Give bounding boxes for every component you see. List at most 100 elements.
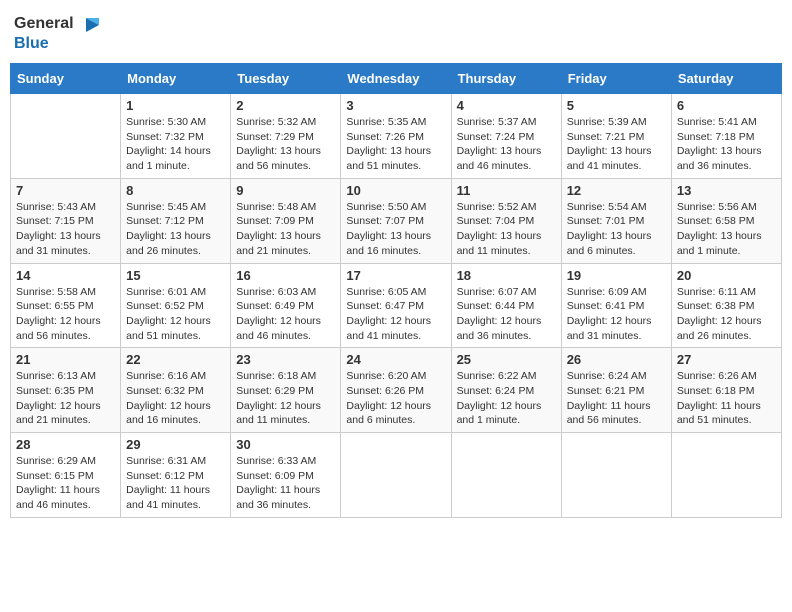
day-cell (451, 433, 561, 518)
day-cell: 21 Sunrise: 6:13 AM Sunset: 6:35 PM Dayli… (11, 348, 121, 433)
day-number: 16 (236, 268, 335, 283)
svg-text:General: General (14, 15, 74, 32)
day-number: 3 (346, 98, 445, 113)
day-number: 20 (677, 268, 776, 283)
day-info: Sunrise: 5:39 AM Sunset: 7:21 PM Dayligh… (567, 115, 666, 174)
day-number: 28 (16, 437, 115, 452)
day-info: Sunrise: 5:52 AM Sunset: 7:04 PM Dayligh… (457, 200, 556, 259)
day-info: Sunrise: 6:05 AM Sunset: 6:47 PM Dayligh… (346, 285, 445, 344)
day-info: Sunrise: 6:24 AM Sunset: 6:21 PM Dayligh… (567, 369, 666, 428)
day-cell (341, 433, 451, 518)
day-number: 1 (126, 98, 225, 113)
logo-svg: General Blue (14, 10, 104, 55)
day-cell: 8 Sunrise: 5:45 AM Sunset: 7:12 PM Daylig… (121, 178, 231, 263)
day-cell: 12 Sunrise: 5:54 AM Sunset: 7:01 PM Dayli… (561, 178, 671, 263)
day-info: Sunrise: 6:07 AM Sunset: 6:44 PM Dayligh… (457, 285, 556, 344)
col-header-friday: Friday (561, 64, 671, 94)
day-cell: 18 Sunrise: 6:07 AM Sunset: 6:44 PM Dayli… (451, 263, 561, 348)
day-cell (561, 433, 671, 518)
col-header-tuesday: Tuesday (231, 64, 341, 94)
day-number: 26 (567, 352, 666, 367)
day-cell: 29Sunrise: 6:31 AM Sunset: 6:12 PM Dayli… (121, 433, 231, 518)
day-number: 23 (236, 352, 335, 367)
day-cell (671, 433, 781, 518)
day-info: Sunrise: 6:09 AM Sunset: 6:41 PM Dayligh… (567, 285, 666, 344)
day-number: 18 (457, 268, 556, 283)
day-cell: 3 Sunrise: 5:35 AM Sunset: 7:26 PM Daylig… (341, 94, 451, 179)
day-cell: 2 Sunrise: 5:32 AM Sunset: 7:29 PM Daylig… (231, 94, 341, 179)
day-info: Sunrise: 5:32 AM Sunset: 7:29 PM Dayligh… (236, 115, 335, 174)
day-number: 10 (346, 183, 445, 198)
day-cell: 5 Sunrise: 5:39 AM Sunset: 7:21 PM Daylig… (561, 94, 671, 179)
day-number: 29 (126, 437, 225, 452)
day-info: Sunrise: 5:35 AM Sunset: 7:26 PM Dayligh… (346, 115, 445, 174)
day-number: 5 (567, 98, 666, 113)
day-number: 27 (677, 352, 776, 367)
day-info: Sunrise: 6:26 AM Sunset: 6:18 PM Dayligh… (677, 369, 776, 428)
day-info: Sunrise: 6:13 AM Sunset: 6:35 PM Dayligh… (16, 369, 115, 428)
day-info: Sunrise: 5:43 AM Sunset: 7:15 PM Dayligh… (16, 200, 115, 259)
day-number: 14 (16, 268, 115, 283)
day-cell (11, 94, 121, 179)
day-info: Sunrise: 6:18 AM Sunset: 6:29 PM Dayligh… (236, 369, 335, 428)
day-info: Sunrise: 6:16 AM Sunset: 6:32 PM Dayligh… (126, 369, 225, 428)
day-info: Sunrise: 6:20 AM Sunset: 6:26 PM Dayligh… (346, 369, 445, 428)
day-info: Sunrise: 6:01 AM Sunset: 6:52 PM Dayligh… (126, 285, 225, 344)
day-number: 25 (457, 352, 556, 367)
day-info: Sunrise: 5:58 AM Sunset: 6:55 PM Dayligh… (16, 285, 115, 344)
week-row-1: 1Sunrise: 5:30 AM Sunset: 7:32 PM Daylig… (11, 94, 782, 179)
day-cell: 4Sunrise: 5:37 AM Sunset: 7:24 PM Daylig… (451, 94, 561, 179)
week-row-3: 14 Sunrise: 5:58 AM Sunset: 6:55 PM Dayli… (11, 263, 782, 348)
svg-text:Blue: Blue (14, 35, 49, 52)
day-cell: 9Sunrise: 5:48 AM Sunset: 7:09 PM Daylig… (231, 178, 341, 263)
day-number: 7 (16, 183, 115, 198)
day-cell: 26 Sunrise: 6:24 AM Sunset: 6:21 PM Dayli… (561, 348, 671, 433)
day-number: 30 (236, 437, 335, 452)
week-row-2: 7 Sunrise: 5:43 AM Sunset: 7:15 PM Daylig… (11, 178, 782, 263)
day-cell: 16 Sunrise: 6:03 AM Sunset: 6:49 PM Dayli… (231, 263, 341, 348)
col-header-monday: Monday (121, 64, 231, 94)
day-cell: 27 Sunrise: 6:26 AM Sunset: 6:18 PM Dayli… (671, 348, 781, 433)
day-info: Sunrise: 5:54 AM Sunset: 7:01 PM Dayligh… (567, 200, 666, 259)
day-number: 8 (126, 183, 225, 198)
day-cell: 14 Sunrise: 5:58 AM Sunset: 6:55 PM Dayli… (11, 263, 121, 348)
day-info: Sunrise: 5:37 AM Sunset: 7:24 PM Dayligh… (457, 115, 556, 174)
day-number: 6 (677, 98, 776, 113)
day-number: 11 (457, 183, 556, 198)
calendar-table: SundayMondayTuesdayWednesdayThursdayFrid… (10, 63, 782, 518)
day-number: 19 (567, 268, 666, 283)
day-info: Sunrise: 5:41 AM Sunset: 7:18 PM Dayligh… (677, 115, 776, 174)
day-cell: 22Sunrise: 6:16 AM Sunset: 6:32 PM Dayli… (121, 348, 231, 433)
day-cell: 20 Sunrise: 6:11 AM Sunset: 6:38 PM Dayli… (671, 263, 781, 348)
col-header-thursday: Thursday (451, 64, 561, 94)
day-info: Sunrise: 5:48 AM Sunset: 7:09 PM Dayligh… (236, 200, 335, 259)
day-info: Sunrise: 6:33 AM Sunset: 6:09 PM Dayligh… (236, 454, 335, 513)
day-cell: 17 Sunrise: 6:05 AM Sunset: 6:47 PM Dayli… (341, 263, 451, 348)
header-row: SundayMondayTuesdayWednesdayThursdayFrid… (11, 64, 782, 94)
day-info: Sunrise: 5:45 AM Sunset: 7:12 PM Dayligh… (126, 200, 225, 259)
day-cell: 10 Sunrise: 5:50 AM Sunset: 7:07 PM Dayli… (341, 178, 451, 263)
day-number: 15 (126, 268, 225, 283)
day-cell: 25 Sunrise: 6:22 AM Sunset: 6:24 PM Dayli… (451, 348, 561, 433)
day-info: Sunrise: 6:22 AM Sunset: 6:24 PM Dayligh… (457, 369, 556, 428)
day-cell: 30 Sunrise: 6:33 AM Sunset: 6:09 PM Dayli… (231, 433, 341, 518)
day-info: Sunrise: 6:11 AM Sunset: 6:38 PM Dayligh… (677, 285, 776, 344)
logo: General Blue (14, 10, 104, 55)
day-info: Sunrise: 5:56 AM Sunset: 6:58 PM Dayligh… (677, 200, 776, 259)
day-number: 13 (677, 183, 776, 198)
day-info: Sunrise: 6:03 AM Sunset: 6:49 PM Dayligh… (236, 285, 335, 344)
day-number: 21 (16, 352, 115, 367)
day-info: Sunrise: 5:50 AM Sunset: 7:07 PM Dayligh… (346, 200, 445, 259)
week-row-4: 21 Sunrise: 6:13 AM Sunset: 6:35 PM Dayli… (11, 348, 782, 433)
col-header-saturday: Saturday (671, 64, 781, 94)
col-header-wednesday: Wednesday (341, 64, 451, 94)
day-cell: 7 Sunrise: 5:43 AM Sunset: 7:15 PM Daylig… (11, 178, 121, 263)
day-number: 2 (236, 98, 335, 113)
day-cell: 28Sunrise: 6:29 AM Sunset: 6:15 PM Dayli… (11, 433, 121, 518)
day-cell: 13 Sunrise: 5:56 AM Sunset: 6:58 PM Dayli… (671, 178, 781, 263)
day-number: 12 (567, 183, 666, 198)
day-number: 17 (346, 268, 445, 283)
day-number: 24 (346, 352, 445, 367)
day-cell: 1Sunrise: 5:30 AM Sunset: 7:32 PM Daylig… (121, 94, 231, 179)
col-header-sunday: Sunday (11, 64, 121, 94)
